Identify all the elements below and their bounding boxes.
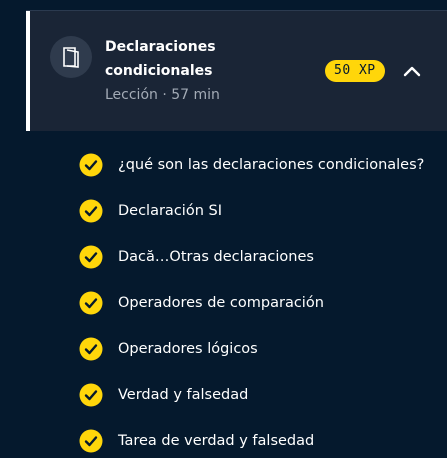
check-circle-icon (79, 429, 103, 453)
chapter-header[interactable]: Declaraciones condicionales Lección · 57… (26, 11, 447, 131)
lesson-label: Operadores de comparación (118, 295, 324, 311)
lesson-item[interactable]: Operadores de comparación (79, 291, 324, 315)
check-circle-icon (79, 383, 103, 407)
chapter-meta: Lección · 57 min (105, 87, 220, 103)
check-circle-icon (79, 199, 103, 223)
check-circle-icon (79, 291, 103, 315)
lesson-item[interactable]: Dacă…Otras declaraciones (79, 245, 314, 269)
lesson-label: Declaración SI (118, 203, 222, 219)
book-icon (63, 47, 79, 68)
lesson-item[interactable]: ¿qué son las declaraciones condicionales… (79, 153, 424, 177)
lesson-label: ¿qué son las declaraciones condicionales… (118, 157, 425, 173)
xp-badge: 50 XP (325, 60, 385, 82)
lesson-item[interactable]: Operadores lógicos (79, 337, 258, 361)
lesson-item[interactable]: Verdad y falsedad (79, 383, 248, 407)
lesson-label: Operadores lógicos (118, 341, 258, 357)
lesson-label: Dacă…Otras declaraciones (118, 249, 314, 265)
chevron-up-icon[interactable] (402, 63, 422, 79)
chapter-icon (50, 36, 92, 78)
check-circle-icon (79, 245, 103, 269)
chapter-title: Declaraciones condicionales (105, 39, 216, 79)
lesson-item[interactable]: Declaración SI (79, 199, 222, 223)
lesson-label: Tarea de verdad y falsedad (118, 433, 315, 449)
lesson-label: Verdad y falsedad (118, 387, 249, 403)
lesson-item[interactable]: Tarea de verdad y falsedad (79, 429, 314, 453)
check-circle-icon (79, 337, 103, 361)
check-circle-icon (79, 153, 103, 177)
